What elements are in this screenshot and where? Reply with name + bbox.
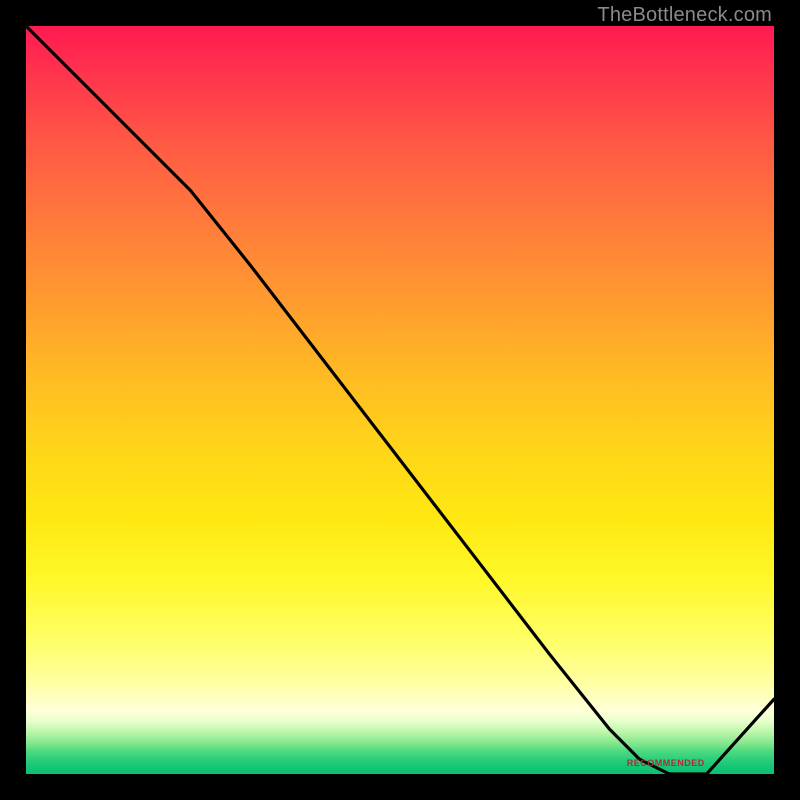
chart-frame: RECOMMENDED (24, 24, 776, 776)
recommended-annotation: RECOMMENDED (627, 758, 705, 768)
chart-background-gradient (26, 26, 774, 774)
